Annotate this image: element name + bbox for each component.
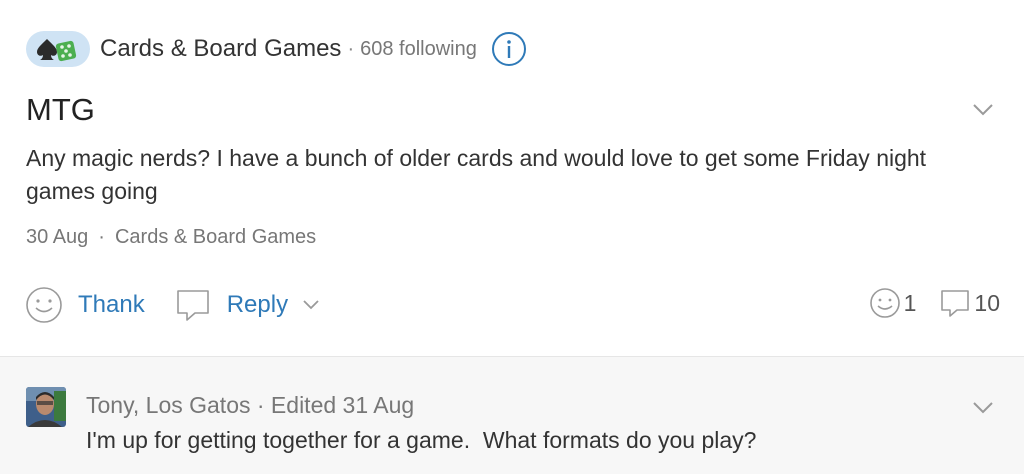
reply-label: Reply <box>226 291 289 318</box>
post-body: Any magic nerds? I have a bunch of older… <box>26 145 927 204</box>
replies-count-value: 10 <box>974 289 1000 316</box>
separator: · <box>98 226 105 248</box>
thank-label: Thank <box>78 291 145 318</box>
thank-button[interactable]: Thank <box>24 285 145 325</box>
divider <box>0 356 1024 357</box>
post-meta: 30 Aug · Cards & Board Games <box>26 226 316 249</box>
chevron-down-icon[interactable] <box>972 103 994 117</box>
post-counts: 1 10 <box>868 286 1000 320</box>
reply-button[interactable]: Reply <box>173 285 320 325</box>
group-header: Cards & Board Games · 608 following <box>26 30 527 68</box>
post-actions: Thank Reply <box>24 284 320 326</box>
chevron-down-icon[interactable] <box>972 401 994 415</box>
separator: · <box>347 37 355 60</box>
info-icon[interactable] <box>491 31 527 67</box>
post-title[interactable]: MTG <box>26 92 95 128</box>
speech-bubble-icon <box>176 290 209 321</box>
post-category[interactable]: Cards & Board Games <box>115 226 316 249</box>
following-count: 608 following <box>360 37 477 60</box>
speech-bubble-icon <box>941 290 970 317</box>
replies-count[interactable]: 10 <box>938 286 1000 320</box>
smiley-icon <box>26 287 62 323</box>
avatar[interactable] <box>26 387 66 427</box>
chevron-down-icon[interactable] <box>302 299 320 311</box>
cards-dice-icon[interactable] <box>26 31 90 67</box>
reply-author-meta[interactable]: Tony, Los Gatos · Edited 31 Aug <box>86 392 414 419</box>
thanks-count[interactable]: 1 <box>868 286 917 320</box>
post-date: 30 Aug <box>26 226 89 248</box>
smiley-icon <box>869 288 900 318</box>
thanks-count-value: 1 <box>903 289 917 316</box>
group-name[interactable]: Cards & Board Games <box>100 35 341 63</box>
reply-text: I'm up for getting together for a game. … <box>86 427 757 453</box>
